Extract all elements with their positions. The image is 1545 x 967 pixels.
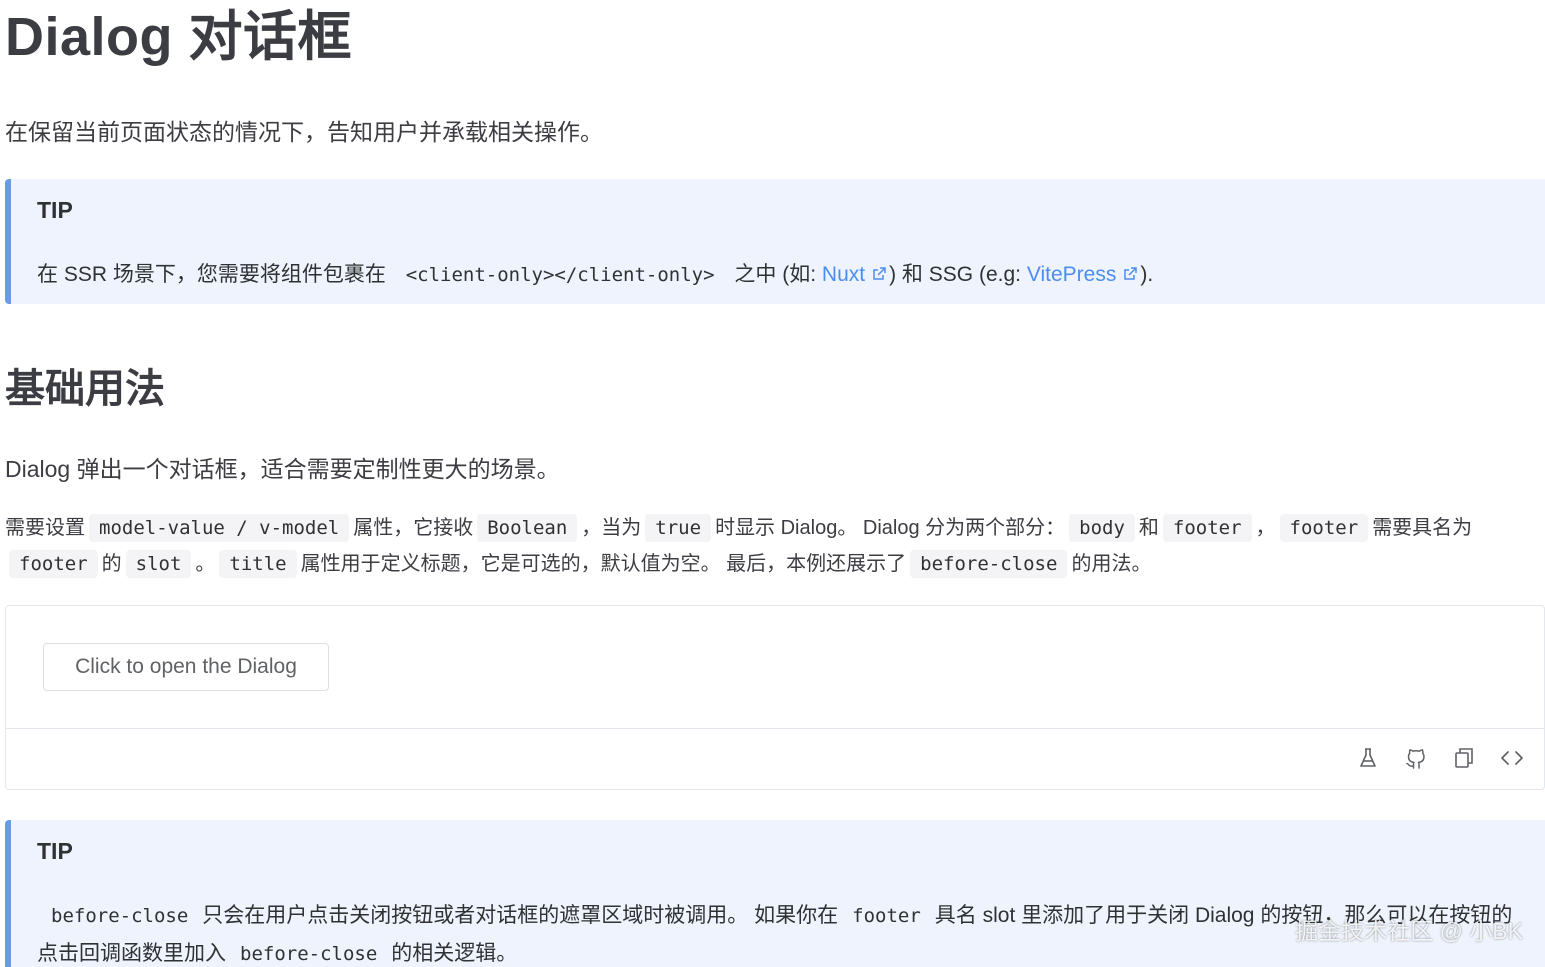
para-text: ，当为 xyxy=(581,517,642,539)
demo-block: Click to open the Dialog xyxy=(5,605,1545,790)
open-dialog-button[interactable]: Click to open the Dialog xyxy=(43,643,329,691)
para-text: 的 xyxy=(101,553,122,575)
para-text: 属性用于定义标题，它是可选的，默认值为空。 最后，本例还展示了 xyxy=(300,553,907,575)
inline-code: Boolean xyxy=(477,514,578,542)
para-text: 。 xyxy=(195,553,216,575)
tip-text: ) 和 SSG (e.g: xyxy=(889,263,1021,286)
vitepress-link-label[interactable]: VitePress xyxy=(1027,263,1117,286)
tip-title: TIP xyxy=(37,197,73,223)
inline-code: body xyxy=(1069,514,1135,542)
section-desc: Dialog 弹出一个对话框，适合需要定制性更大的场景。 xyxy=(5,456,560,482)
tip-text: ). xyxy=(1140,263,1154,286)
page-intro: 在保留当前页面状态的情况下，告知用户并承载相关操作。 xyxy=(5,119,603,145)
demo-toolbar xyxy=(1356,746,1524,770)
inline-code: footer xyxy=(852,905,921,927)
external-link-icon xyxy=(1122,257,1138,280)
section-paragraph: 需要设置 model-value / v-model 属性，它接收 Boolean ，当… xyxy=(5,510,1545,582)
para-text: ， xyxy=(1255,517,1276,539)
code-icon[interactable] xyxy=(1500,746,1524,770)
copy-icon[interactable] xyxy=(1452,746,1476,770)
nuxt-link[interactable]: Nuxt xyxy=(822,263,889,286)
tip-text: 的相关逻辑。 xyxy=(391,942,518,965)
para-text: 的用法。 xyxy=(1071,553,1152,575)
inline-code: true xyxy=(645,514,712,542)
inline-code: <client-only></client-only> xyxy=(405,264,715,286)
tip-text: 之中 (如: xyxy=(734,263,817,286)
inline-code: before-close xyxy=(240,943,378,965)
external-link-icon xyxy=(871,257,887,280)
docs-page: Dialog 对话框 在保留当前页面状态的情况下，告知用户并承载相关操作。 TI… xyxy=(0,0,1545,967)
tip-box-ssr: TIP 在 SSR 场景下，您需要将组件包裹在 <client-only></c… xyxy=(5,179,1545,304)
inline-code: slot xyxy=(125,550,192,578)
inline-code: model-value / v-model xyxy=(89,514,350,542)
tip-body: 在 SSR 场景下，您需要将组件包裹在 <client-only></clien… xyxy=(37,256,1525,294)
github-icon[interactable] xyxy=(1404,746,1428,770)
inline-code: before-close xyxy=(910,550,1068,578)
section-title-basic: 基础用法 xyxy=(5,367,165,411)
page-title: Dialog 对话框 xyxy=(5,7,353,67)
demo-preview: Click to open the Dialog xyxy=(6,606,1544,729)
inline-code: footer xyxy=(1279,514,1369,542)
para-text: 时显示 Dialog。 Dialog 分为两个部分： xyxy=(715,517,1066,539)
playground-icon[interactable] xyxy=(1356,746,1380,770)
nuxt-link-label[interactable]: Nuxt xyxy=(822,263,865,286)
tip-title: TIP xyxy=(37,838,73,864)
tip-text: 只会在用户点击关闭按钮或者对话框的遮罩区域时被调用。 如果你在 xyxy=(202,904,839,927)
para-text: 需要设置 xyxy=(5,517,85,539)
para-text: 属性，它接收 xyxy=(353,517,474,539)
tip-text: 在 SSR 场景下，您需要将组件包裹在 xyxy=(37,263,386,286)
para-text: 和 xyxy=(1138,517,1159,539)
inline-code: title xyxy=(219,550,297,578)
inline-code: footer xyxy=(1162,514,1252,542)
inline-code: footer xyxy=(9,550,98,578)
para-text: 需要具名为 xyxy=(1372,517,1473,539)
inline-code: before-close xyxy=(51,905,189,927)
watermark: 掘金技术社区 @ 小BK xyxy=(1295,918,1523,944)
vitepress-link[interactable]: VitePress xyxy=(1027,263,1141,286)
